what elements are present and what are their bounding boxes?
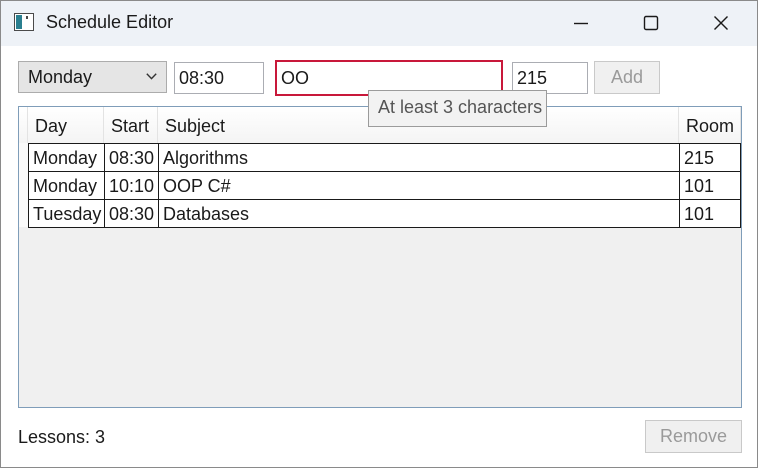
cell-start[interactable]: 08:30 xyxy=(105,144,159,171)
validation-tooltip: At least 3 characters xyxy=(368,90,547,127)
add-button[interactable]: Add xyxy=(594,61,660,94)
cell-room[interactable]: 215 xyxy=(680,144,740,171)
day-combobox[interactable]: Monday xyxy=(18,61,167,93)
column-header-start[interactable]: Start xyxy=(104,107,158,143)
header-corner xyxy=(19,107,28,143)
client-area: Monday Add At least 3 characters Day Sta… xyxy=(1,46,757,467)
minimize-button[interactable] xyxy=(546,1,616,46)
remove-button[interactable]: Remove xyxy=(645,420,742,453)
cell-room[interactable]: 101 xyxy=(680,200,740,227)
table-row[interactable]: Monday 08:30 Algorithms 215 xyxy=(28,143,741,172)
start-time-input[interactable] xyxy=(174,62,264,94)
cell-start[interactable]: 10:10 xyxy=(105,172,159,199)
cell-room[interactable]: 101 xyxy=(680,172,740,199)
close-icon xyxy=(714,16,728,30)
maximize-button[interactable] xyxy=(616,1,686,46)
table-row[interactable]: Tuesday 08:30 Databases 101 xyxy=(28,199,741,228)
column-header-room[interactable]: Room xyxy=(679,107,741,143)
table-row[interactable]: Monday 10:10 OOP C# 101 xyxy=(28,171,741,200)
lessons-grid[interactable]: Day Start Subject Room Monday 08:30 Algo… xyxy=(18,106,742,408)
cell-day[interactable]: Monday xyxy=(29,172,105,199)
chevron-down-icon xyxy=(146,73,157,80)
minimize-icon xyxy=(574,22,588,25)
row-selector-column xyxy=(19,143,28,227)
window-title: Schedule Editor xyxy=(46,12,174,32)
window-app-icon xyxy=(14,13,34,31)
schedule-editor-window: Schedule Editor Monday 08:30 OO 215 Add … xyxy=(0,0,758,468)
close-button[interactable] xyxy=(686,1,756,46)
day-combobox-value: Monday xyxy=(28,67,93,87)
cell-day[interactable]: Monday xyxy=(29,144,105,171)
title-bar[interactable]: Schedule Editor xyxy=(1,1,757,46)
cell-day[interactable]: Tuesday xyxy=(29,200,105,227)
cell-subject[interactable]: Algorithms xyxy=(159,144,680,171)
lesson-count-status: Lessons: 3 xyxy=(18,427,106,447)
maximize-icon xyxy=(643,15,659,31)
cell-subject[interactable]: Databases xyxy=(159,200,680,227)
cell-subject[interactable]: OOP C# xyxy=(159,172,680,199)
cell-start[interactable]: 08:30 xyxy=(105,200,159,227)
column-header-day[interactable]: Day xyxy=(28,107,104,143)
